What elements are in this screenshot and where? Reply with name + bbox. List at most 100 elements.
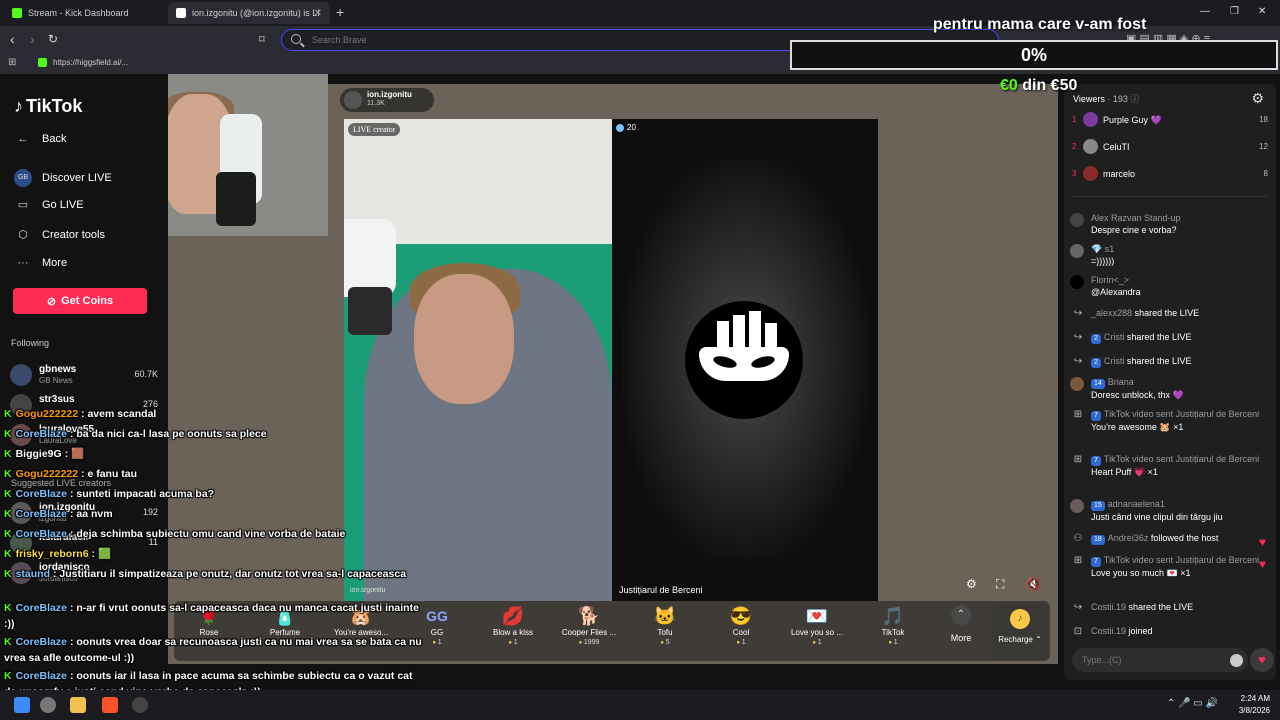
tab-title: ion.izgonitu (@ion.izgonitu) is LI: [192, 8, 320, 18]
apps-grid-icon[interactable]: ⊞: [8, 57, 16, 68]
guest-count-badge: 20: [616, 123, 636, 132]
share-icon: ↪: [1073, 332, 1083, 343]
tiktok-logo[interactable]: ♪ TikTok: [14, 96, 82, 117]
avatar: [1083, 139, 1098, 154]
kick-chat-username: CoreBlaze: [15, 428, 67, 440]
close-window-button[interactable]: ✕: [1258, 6, 1266, 17]
taskbar-clock[interactable]: 2:24 AM 3/8/2026: [1239, 693, 1270, 717]
new-tab-button[interactable]: +: [336, 4, 344, 20]
kick-chat-username: Gogu222222: [15, 408, 79, 420]
kick-chat-username: Biggie9G: [15, 448, 62, 460]
close-tab-icon[interactable]: ✕: [314, 8, 322, 19]
chat-input[interactable]: [1072, 648, 1248, 672]
kick-chat-message: K Biggie9G: 🟫: [4, 446, 424, 462]
kick-favicon-icon: [12, 8, 22, 18]
chat-settings-gear-icon[interactable]: ⚙: [1251, 90, 1264, 107]
info-icon: ⓘ: [1130, 94, 1140, 104]
kick-logo-icon: K: [4, 670, 12, 682]
viewers-header[interactable]: Viewers · 193 ⓘ: [1073, 92, 1139, 105]
search-icon[interactable]: [40, 697, 56, 713]
sidebar-item-creator-tools[interactable]: ⬡ Creator tools: [14, 228, 105, 242]
minimize-button[interactable]: —: [1200, 6, 1210, 17]
kick-chat-text: : deja schimba subiectu omu cand vine vo…: [69, 528, 346, 540]
goal-title: pentru mama care v-am fost: [933, 16, 1147, 33]
sidebar-item-back[interactable]: ← Back: [14, 133, 67, 145]
heart-icon: ♥: [1258, 535, 1266, 549]
gift-item[interactable]: 💋 Blow a kiss 1: [478, 605, 548, 659]
avatar: [1070, 213, 1084, 227]
gift-item[interactable]: 💌 Love you so ... 1: [782, 605, 852, 659]
avatar: [1070, 244, 1084, 258]
kick-chat-message: K CoreBlaze: aa nvm: [4, 506, 424, 522]
following-item[interactable]: gbnews GB News 60.7K: [10, 362, 160, 388]
recharge-button[interactable]: ♪ Recharge ⌃: [992, 603, 1048, 659]
file-explorer-icon[interactable]: [70, 697, 86, 713]
emoji-icon[interactable]: [1230, 654, 1243, 667]
kick-chat-username: CoreBlaze: [15, 508, 67, 520]
host-info-pill[interactable]: ion.izgonitu 11.3K: [340, 88, 434, 112]
get-coins-button[interactable]: ⊘ Get Coins: [13, 288, 147, 314]
live-chat-panel: Viewers · 193 ⓘ ⚙ 1 Purple Guy 💜 18 2 Ce…: [1064, 84, 1276, 680]
mute-icon[interactable]: 🔇: [1026, 577, 1041, 591]
kick-logo-icon: K: [4, 468, 12, 480]
tab-kick-dashboard[interactable]: Stream - Kick Dashboard: [4, 2, 166, 24]
kick-chat-message: Kstaund: Justitiaru il simpatizeaza pe o…: [4, 566, 424, 582]
kick-chat-text: : Justitiaru il simpatizeaza pe onutz, d…: [53, 568, 407, 580]
top-viewer-row[interactable]: 1 Purple Guy 💜 18: [1072, 110, 1268, 132]
tiktok-favicon-icon: [176, 8, 186, 18]
kick-logo-icon: K: [4, 568, 12, 580]
kick-logo-icon: K: [4, 408, 12, 420]
gift-item[interactable]: 😎 Cool 1: [706, 605, 776, 659]
obs-icon[interactable]: [132, 697, 148, 713]
maximize-button[interactable]: ❐: [1230, 6, 1239, 17]
windows-start-icon[interactable]: [14, 697, 30, 713]
more-gifts-button[interactable]: ⌃ More: [936, 605, 986, 643]
kick-chat-username: CoreBlaze: [15, 488, 67, 500]
arrow-left-icon: ←: [17, 133, 29, 145]
gift-item[interactable]: 🐱 Tofu 5: [630, 605, 700, 659]
kick-logo-icon: K: [4, 488, 12, 500]
gift-item[interactable]: 🐕 Cooper Flies ... 1999: [554, 605, 624, 659]
system-tray[interactable]: ⌃ 🎤 ▭ 🔊: [1167, 698, 1218, 709]
gift-item[interactable]: 🎵 TikTok 1: [858, 605, 928, 659]
chat-event: ↪ Costii.19 shared the LIVE: [1070, 601, 1270, 613]
host-avatar: [344, 91, 362, 109]
live-creator-badge: LIVE creator: [348, 123, 401, 136]
guest-video[interactable]: 20 Justițiarul de Berceni: [612, 119, 878, 601]
mask-icon: [699, 347, 789, 381]
kick-chat-message: K Gogu222222: avem scandal: [4, 406, 424, 422]
top-viewer-row[interactable]: 2 CeluTI 12: [1072, 137, 1268, 159]
top-viewer-row[interactable]: 3 marcelo 8: [1072, 164, 1268, 186]
kick-chat-message: K CoreBlaze: ba da nici ca-l lasa pe oonu…: [4, 426, 424, 442]
sidebar-item-more[interactable]: ··· More: [14, 257, 68, 269]
bookmark-icon[interactable]: ⌑: [259, 33, 265, 46]
kick-logo-icon: K: [4, 508, 12, 520]
tab-tiktok-live[interactable]: ion.izgonitu (@ion.izgonitu) is LI ✕: [168, 2, 330, 24]
back-arrow-icon[interactable]: ‹: [10, 31, 15, 47]
reload-icon[interactable]: ↻: [48, 32, 58, 46]
follow-icon: ⚇: [1073, 533, 1083, 544]
guest-avatar-logo: [685, 301, 803, 419]
send-heart-button[interactable]: ♥: [1250, 648, 1274, 672]
sidebar-item-go-live[interactable]: ▭ Go LIVE: [14, 198, 84, 212]
fullscreen-icon[interactable]: ⛶: [996, 577, 1004, 592]
sidebar-item-discover-live[interactable]: GB Discover LIVE: [14, 169, 112, 187]
gift-icon: ⊞: [1073, 555, 1083, 566]
kick-chat-username: CoreBlaze: [15, 602, 67, 614]
kick-chat-username: staund: [15, 568, 51, 580]
bookmark-higgsfield[interactable]: https://higgsfield.ai/...: [38, 58, 128, 67]
kick-chat-username: CoreBlaze: [15, 636, 67, 648]
brave-browser-icon[interactable]: [102, 697, 118, 713]
search-icon: [291, 34, 301, 44]
chevron-up-icon: ⌃: [951, 605, 971, 625]
avatar: [1070, 275, 1084, 289]
kick-chat-text: : 🟫: [64, 448, 85, 460]
forward-arrow-icon[interactable]: ›: [30, 31, 35, 47]
kick-chat-text: : sunteti impacati acuma ba?: [69, 488, 215, 500]
chat-gift-event: ⊞ 7 TikTok video sent Justițiarul de Berc…: [1070, 453, 1270, 478]
kick-logo-icon: K: [4, 528, 12, 540]
kick-chat-text: : aa nvm: [69, 508, 113, 520]
chat-event: ↪ 2 Cristi shared the LIVE: [1070, 355, 1270, 368]
avatar: [1070, 377, 1084, 391]
settings-gear-icon[interactable]: ⚙: [966, 577, 977, 591]
